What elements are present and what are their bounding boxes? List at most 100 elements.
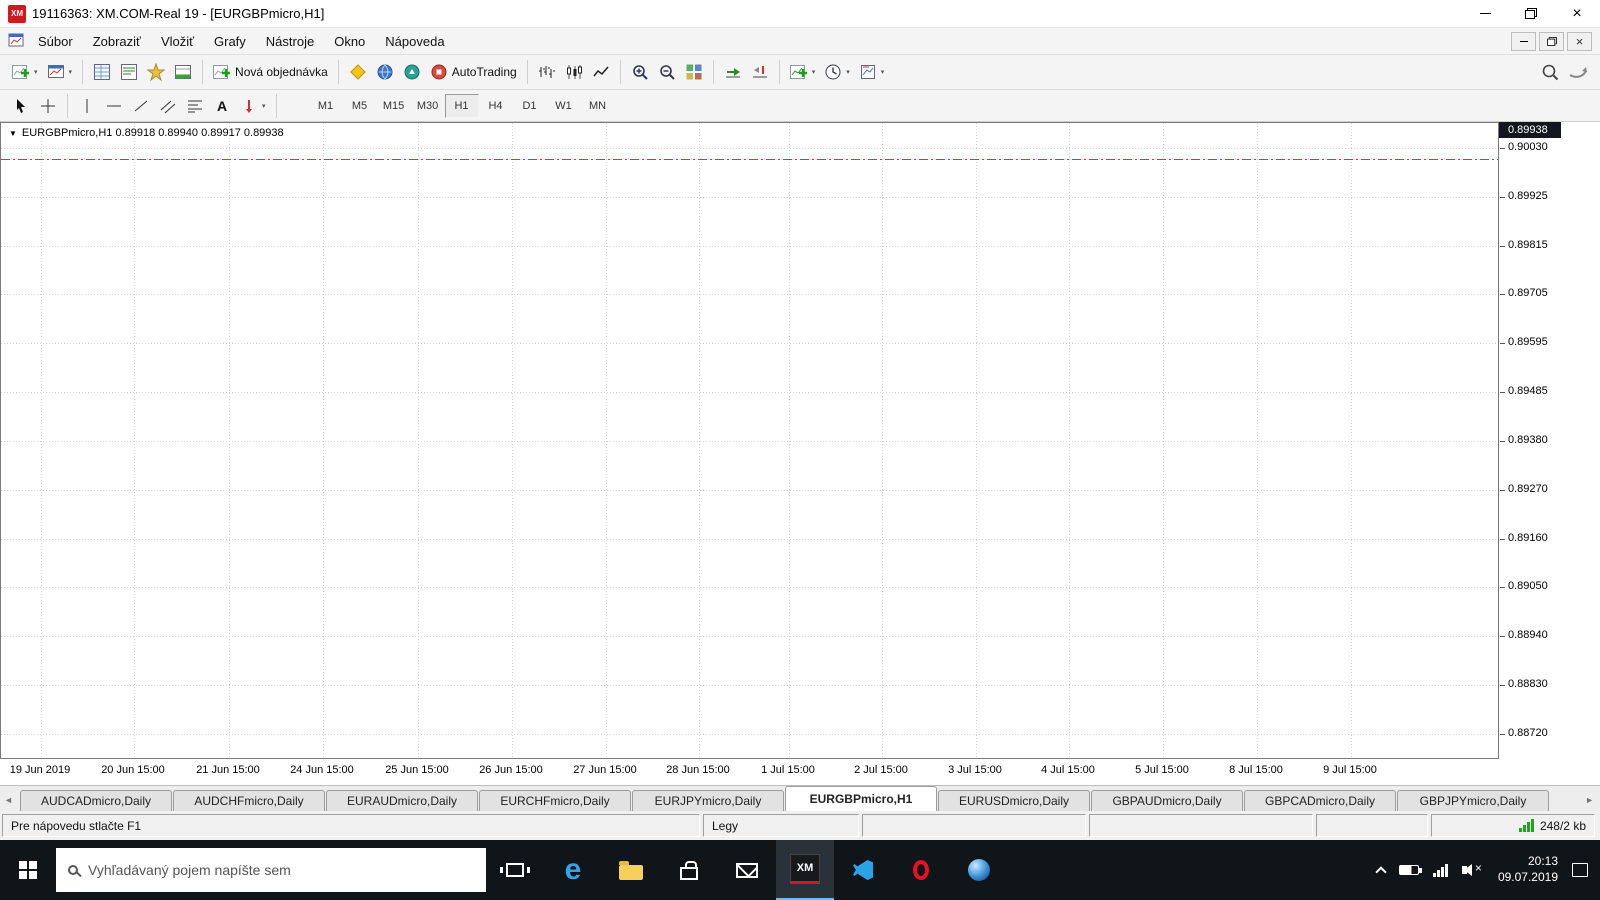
timeframe-h1[interactable]: H1 <box>444 93 479 118</box>
tab-eurchfmicro[interactable]: EURCHFmicro,Daily <box>479 790 631 811</box>
chart-shift-icon <box>752 66 767 78</box>
price-scale[interactable]: 0.89938 0.90030 0.89925 0.89815 0.89705 0.89… <box>1499 122 1600 759</box>
tab-euraudmicro[interactable]: EURAUDmicro,Daily <box>326 790 478 811</box>
volume-muted-icon[interactable]: × <box>1461 861 1484 876</box>
connection-speed-text: 248/2 kb <box>1539 818 1586 833</box>
community-button[interactable] <box>372 58 398 86</box>
price-scale-label: 0.89270 <box>1500 482 1548 495</box>
timeframe-m15[interactable]: M15 <box>377 94 411 118</box>
trendline-tool-button[interactable] <box>128 92 154 120</box>
autotrading-button[interactable]: AutoTrading <box>426 58 521 86</box>
periods-button[interactable]: ▾ <box>820 58 854 86</box>
price-chart[interactable] <box>1 123 1498 758</box>
tab-gbpcadmicro[interactable]: GBPCADmicro,Daily <box>1244 790 1396 811</box>
child-close-button[interactable]: × <box>1567 31 1592 51</box>
taskbar-app-vscode[interactable] <box>834 840 892 900</box>
menu-grafy[interactable]: Grafy <box>204 30 256 53</box>
timeframe-w1[interactable]: W1 <box>547 94 581 118</box>
cursor-tool-button[interactable] <box>8 92 34 120</box>
tabs-scroll-right-icon[interactable]: ► <box>1585 795 1594 805</box>
menu-nastroje[interactable]: Nástroje <box>256 30 324 53</box>
status-connection-cell[interactable]: 248/2 kb <box>1431 814 1595 837</box>
tab-audchfmicro[interactable]: AUDCHFmicro,Daily <box>173 790 325 811</box>
text-tool-button[interactable]: A <box>209 92 235 120</box>
taskbar-app-opera[interactable] <box>892 840 950 900</box>
market-watch-button[interactable] <box>89 58 115 86</box>
menu-napoveda[interactable]: Nápoveda <box>375 30 454 53</box>
child-restore-button[interactable] <box>1539 31 1564 51</box>
menu-bar: Súbor Zobraziť Vložiť Grafy Nástroje Okn… <box>0 28 1600 55</box>
new-order-button[interactable]: Nová objednávka <box>209 58 332 86</box>
close-button[interactable]: × <box>1554 0 1600 27</box>
bar-chart-mode-button[interactable] <box>534 58 560 86</box>
trendline-icon <box>134 100 148 111</box>
toolbar-separator <box>202 60 204 84</box>
chart-shift-button[interactable] <box>747 58 773 86</box>
tab-eurusdmicro[interactable]: EURUSDmicro,Daily <box>938 790 1090 811</box>
taskbar-app-mail[interactable] <box>718 840 776 900</box>
network-icon[interactable] <box>1432 863 1448 877</box>
terminal-button[interactable] <box>170 58 196 86</box>
fibonacci-icon <box>188 100 202 112</box>
metaeditor-button[interactable] <box>345 58 371 86</box>
candlestick-mode-button[interactable] <box>561 58 587 86</box>
zoom-in-button[interactable] <box>627 58 653 86</box>
taskbar-app-edge[interactable]: e <box>544 840 602 900</box>
collapse-triangle-icon[interactable]: ▼ <box>9 129 17 138</box>
battery-icon[interactable] <box>1398 865 1422 875</box>
menu-okno[interactable]: Okno <box>324 30 375 53</box>
action-center-icon[interactable] <box>1572 863 1588 877</box>
tray-chevron-up-icon[interactable] <box>1375 866 1387 878</box>
tab-eurjpymicro[interactable]: EURJPYmicro,Daily <box>632 790 784 811</box>
tile-windows-button[interactable] <box>681 58 707 86</box>
tab-eurgbpmicro[interactable]: EURGBPmicro,H1 <box>785 786 937 811</box>
crosshair-tool-button[interactable] <box>35 92 61 120</box>
market-button[interactable] <box>399 58 425 86</box>
tab-audcadmicro[interactable]: AUDCADmicro,Daily <box>20 790 172 811</box>
tab-gbpaudmicro[interactable]: GBPAUDmicro,Daily <box>1091 790 1243 811</box>
taskbar-app-explorer[interactable] <box>602 840 660 900</box>
navigator-button[interactable] <box>143 58 169 86</box>
child-minimize-button[interactable] <box>1511 31 1536 51</box>
taskbar-search[interactable]: Vyhľadávaný pojem napíšte sem <box>56 848 486 892</box>
taskbar-app-store[interactable] <box>660 840 718 900</box>
auto-scroll-button[interactable] <box>720 58 746 86</box>
data-window-button[interactable] <box>116 58 142 86</box>
task-view-button[interactable] <box>486 840 544 900</box>
chevron-down-icon: ▾ <box>846 69 850 76</box>
price-scale-label: 0.88720 <box>1500 726 1548 739</box>
timeframe-m30[interactable]: M30 <box>411 94 445 118</box>
channel-tool-button[interactable] <box>155 92 181 120</box>
line-chart-mode-button[interactable] <box>588 58 614 86</box>
signals-button[interactable] <box>1564 58 1592 86</box>
tabs-scroll-left-icon[interactable]: ◄ <box>4 795 13 805</box>
search-tool-button[interactable] <box>1537 58 1563 86</box>
start-button[interactable] <box>0 840 56 900</box>
new-chart-button[interactable]: ▾ <box>8 58 42 86</box>
indicators-button[interactable]: ▾ <box>786 58 820 86</box>
chart-plot[interactable]: ▼ EURGBPmicro,H1 0.89918 0.89940 0.89917… <box>0 122 1499 759</box>
timeframe-m1[interactable]: M1 <box>309 94 343 118</box>
menu-zobrazit[interactable]: Zobraziť <box>83 30 151 53</box>
zoom-out-button[interactable] <box>654 58 680 86</box>
timeframe-h4[interactable]: H4 <box>479 94 513 118</box>
timeframe-m5[interactable]: M5 <box>343 94 377 118</box>
time-axis[interactable]: 19 Jun 2019 20 Jun 15:00 21 Jun 15:00 24 Ju… <box>0 759 1499 785</box>
templates-button[interactable]: ▾ <box>855 58 889 86</box>
timeframe-mn[interactable]: MN <box>581 94 615 118</box>
time-axis-label: 28 Jun 15:00 <box>666 764 730 776</box>
arrows-tool-button[interactable]: ▾ <box>236 92 270 120</box>
menu-subor[interactable]: Súbor <box>28 30 83 53</box>
tab-gbpjpymicro[interactable]: GBPJPYmicro,Daily <box>1397 790 1549 811</box>
horizontal-line-tool-button[interactable] <box>101 92 127 120</box>
taskbar-app-globe[interactable] <box>950 840 1008 900</box>
restore-button[interactable] <box>1508 0 1554 27</box>
timeframe-d1[interactable]: D1 <box>513 94 547 118</box>
minimize-button[interactable] <box>1462 0 1508 27</box>
vertical-line-tool-button[interactable] <box>74 92 100 120</box>
menu-vlozit[interactable]: Vložiť <box>151 30 204 53</box>
taskbar-clock[interactable]: 20:13 09.07.2019 <box>1498 854 1558 885</box>
fibonacci-tool-button[interactable] <box>182 92 208 120</box>
taskbar-app-xm[interactable]: XM <box>776 840 834 900</box>
profiles-button[interactable]: ▾ <box>43 58 77 86</box>
